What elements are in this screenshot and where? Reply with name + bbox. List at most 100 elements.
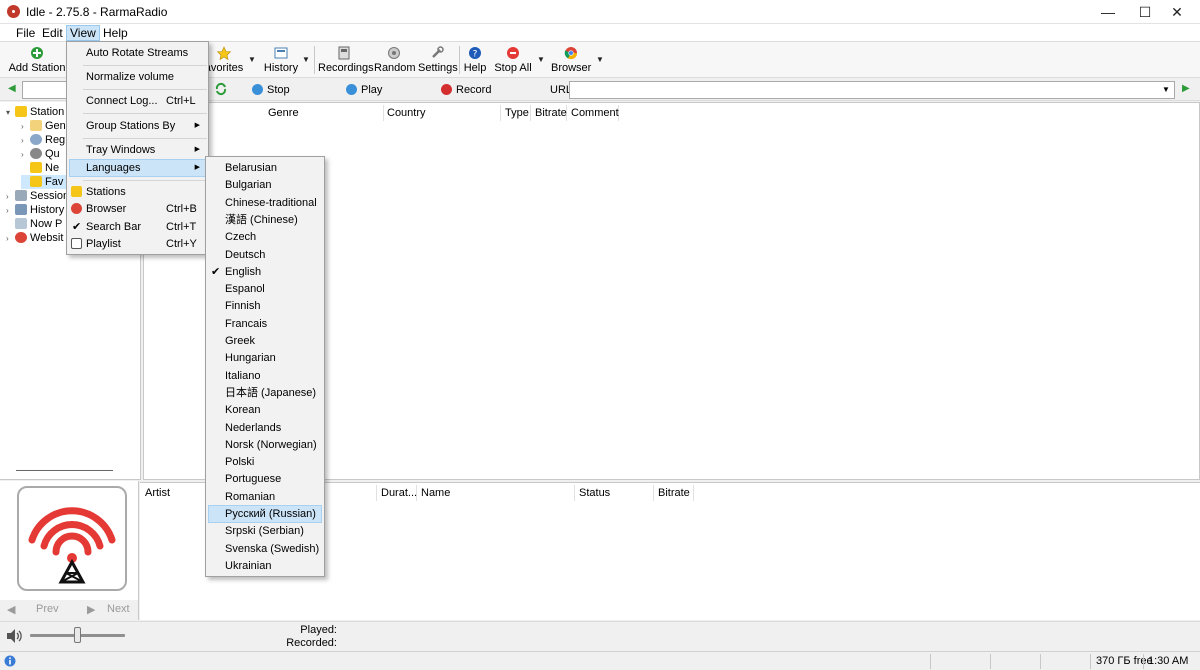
prev-arrow-icon[interactable]: ◀ <box>7 603 15 616</box>
language-item[interactable]: Norsk (Norwegian) <box>208 436 322 454</box>
folder-icon <box>30 120 42 131</box>
next-button[interactable]: Next <box>107 603 130 615</box>
language-item[interactable]: Czech <box>208 228 322 246</box>
view-menu-search-bar[interactable]: ✔ Search Bar Ctrl+T <box>69 218 206 236</box>
expand-icon[interactable]: › <box>6 232 15 246</box>
tree-item-sessions[interactable]: › Session <box>6 189 69 203</box>
history-dropdown-arrow[interactable]: ▼ <box>302 55 310 64</box>
language-item[interactable]: Belarusian <box>208 159 322 177</box>
tree-item-history[interactable]: › History <box>6 203 64 217</box>
next-arrow-icon[interactable]: ▶ <box>87 603 95 616</box>
language-item[interactable]: Nederlands <box>208 419 322 437</box>
view-menu-languages[interactable]: Languages ▶ <box>69 159 206 177</box>
view-menu-normalize-volume[interactable]: Normalize volume <box>69 68 206 86</box>
collapse-icon[interactable]: ▾ <box>6 106 15 120</box>
url-dropdown-icon[interactable]: ▼ <box>1162 85 1170 94</box>
tree-item-now-playing[interactable]: Now P <box>6 217 62 231</box>
language-item[interactable]: Korean <box>208 401 322 419</box>
tree-item-stations[interactable]: ▾ Station <box>6 105 64 119</box>
column-name[interactable]: Name <box>417 485 575 501</box>
play-button[interactable]: Play <box>346 82 382 98</box>
column-duration[interactable]: Durat... <box>377 485 417 501</box>
column-genre[interactable]: Genre <box>264 105 384 121</box>
language-item[interactable]: Chinese-traditional <box>208 194 322 212</box>
help-button[interactable]: ? Help <box>463 44 487 76</box>
view-menu-playlist[interactable]: Playlist Ctrl+Y <box>69 235 206 253</box>
language-item[interactable]: Espanol <box>208 280 322 298</box>
language-item[interactable]: Bulgarian <box>208 176 322 194</box>
url-input[interactable] <box>569 81 1175 99</box>
language-item[interactable]: Polski <box>208 453 322 471</box>
submenu-arrow-icon: ▶ <box>194 122 200 129</box>
view-menu-tray-windows[interactable]: Tray Windows ▶ <box>69 141 206 159</box>
expand-icon[interactable]: › <box>21 148 30 162</box>
status-bar: 370 ГБ free 1:30 AM <box>0 651 1200 670</box>
menu-help[interactable]: Help <box>100 25 131 41</box>
stop-button[interactable]: Stop <box>252 82 290 98</box>
language-item[interactable]: Ukrainian <box>208 557 322 575</box>
column-bitrate[interactable]: Bitrate <box>654 485 694 501</box>
tree-item-region[interactable]: › Reg <box>21 133 65 147</box>
language-item[interactable]: Srpski (Serbian) <box>208 522 322 540</box>
browser-button[interactable]: Browser <box>551 44 591 76</box>
history-button[interactable]: History <box>262 44 300 76</box>
expand-icon[interactable]: › <box>21 120 30 134</box>
expand-icon[interactable]: › <box>6 204 15 218</box>
stop-all-button[interactable]: Stop All <box>494 44 532 76</box>
menu-edit[interactable]: Edit <box>39 25 66 41</box>
language-item[interactable]: Hungarian <box>208 349 322 367</box>
view-menu-group-stations-by[interactable]: Group Stations By ▶ <box>69 117 206 135</box>
language-item[interactable]: Deutsch <box>208 246 322 264</box>
tree-item-genre[interactable]: › Gen <box>21 119 66 133</box>
play-icon <box>346 84 357 95</box>
random-button[interactable]: Random <box>374 44 416 76</box>
browser-dropdown-arrow[interactable]: ▼ <box>596 55 604 64</box>
language-item[interactable]: Francais <box>208 315 322 333</box>
settings-button[interactable]: Settings <box>418 44 458 76</box>
tree-scrollbar[interactable] <box>16 470 113 471</box>
recordings-button[interactable]: Recordings <box>318 44 374 76</box>
language-item[interactable]: Portuguese <box>208 470 322 488</box>
favorites-dropdown-arrow[interactable]: ▼ <box>248 55 256 64</box>
language-item[interactable]: 日本語 (Japanese) <box>208 384 322 402</box>
volume-slider-thumb[interactable] <box>74 627 81 643</box>
column-status[interactable]: Status <box>575 485 654 501</box>
close-button[interactable]: ✕ <box>1154 0 1200 24</box>
prev-button[interactable]: Prev <box>36 603 59 615</box>
view-menu-auto-rotate[interactable]: Auto Rotate Streams <box>69 44 206 62</box>
menu-file[interactable]: File <box>13 25 38 41</box>
search-input[interactable] <box>22 81 67 99</box>
language-item[interactable]: Greek <box>208 332 322 350</box>
view-menu-stations[interactable]: Stations <box>69 183 206 201</box>
tree-item-quick[interactable]: › Qu <box>21 147 60 161</box>
language-item[interactable]: Italiano <box>208 367 322 385</box>
language-item[interactable]: Romanian <box>208 488 322 506</box>
view-menu-browser[interactable]: Browser Ctrl+B <box>69 200 206 218</box>
language-item[interactable]: Русский (Russian) <box>208 505 322 523</box>
language-item[interactable]: Finnish <box>208 297 322 315</box>
column-country[interactable]: Country <box>383 105 501 121</box>
app-icon <box>7 5 20 18</box>
tree-item-new[interactable]: Ne <box>21 161 59 175</box>
expand-icon[interactable]: › <box>6 190 15 204</box>
add-station-button[interactable]: Add Station <box>8 44 66 76</box>
view-menu-connect-log[interactable]: Connect Log... Ctrl+L <box>69 92 206 110</box>
languages-menu: Belarusian Bulgarian Chinese-traditional 漢語… <box>205 156 325 577</box>
record-button[interactable]: Record <box>441 82 491 98</box>
expand-icon[interactable]: › <box>21 134 30 148</box>
menu-view[interactable]: View <box>66 25 100 41</box>
language-item[interactable]: ✔ English <box>208 263 322 281</box>
favorites-button[interactable]: avorites <box>204 44 244 76</box>
language-item[interactable]: Svenska (Swedish) <box>208 540 322 558</box>
stop-all-dropdown-arrow[interactable]: ▼ <box>537 55 545 64</box>
tree-item-websites[interactable]: › Websit <box>6 231 63 245</box>
back-arrow-icon[interactable]: ◀ <box>8 83 16 94</box>
language-item[interactable]: 漢語 (Chinese) <box>208 211 322 229</box>
column-comment[interactable]: Comment <box>567 105 619 121</box>
column-bitrate[interactable]: Bitrate <box>531 105 567 121</box>
go-arrow-icon[interactable]: ▶ <box>1182 83 1190 94</box>
speaker-icon[interactable] <box>5 628 23 644</box>
column-type[interactable]: Type <box>501 105 531 121</box>
tree-item-favorites[interactable]: Fav <box>21 175 66 189</box>
refresh-icon[interactable] <box>214 82 228 96</box>
